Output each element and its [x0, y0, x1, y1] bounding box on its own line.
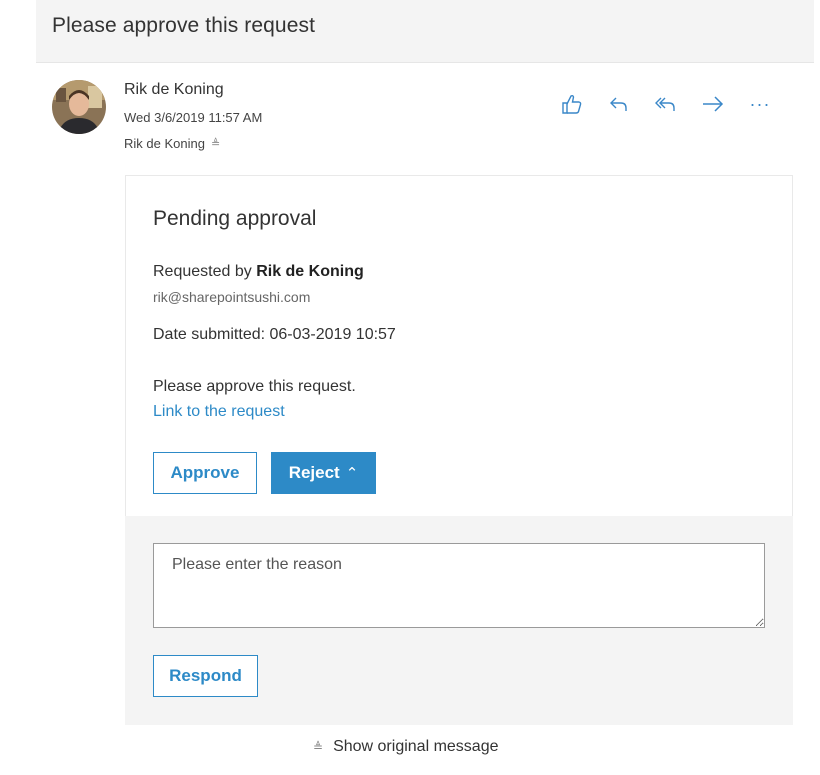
message-actions: ··· — [560, 92, 772, 116]
message-date: Wed 3/6/2019 11:57 AM — [124, 110, 263, 125]
recipient-name: Rik de Koning — [124, 136, 205, 151]
reject-label: Reject — [288, 463, 340, 482]
more-icon[interactable]: ··· — [748, 92, 772, 116]
show-original-message[interactable]: ≜ Show original message — [313, 738, 498, 756]
forward-icon[interactable] — [701, 92, 725, 116]
approval-title: Pending approval — [153, 207, 317, 230]
request-body: Please approve this request. — [153, 378, 356, 395]
approve-button[interactable]: Approve — [153, 452, 257, 494]
reply-all-icon[interactable] — [654, 92, 678, 116]
requested-by-label: Requested by — [153, 263, 257, 280]
requester-email: rik@sharepointsushi.com — [153, 289, 311, 305]
chevron-up-icon: ⌃ — [345, 465, 359, 482]
reject-button[interactable]: Reject ⌃ — [271, 452, 376, 494]
show-original-label: Show original message — [333, 738, 499, 755]
requester-name: Rik de Koning — [256, 263, 364, 280]
recipient-line[interactable]: Rik de Koning ≜ — [124, 136, 220, 151]
chevron-down-icon: ≜ — [313, 740, 324, 754]
respond-button[interactable]: Respond — [153, 655, 258, 697]
requested-by: Requested by Rik de Koning — [153, 263, 364, 281]
request-link[interactable]: Link to the request — [153, 403, 285, 421]
thumbs-up-icon[interactable] — [560, 92, 584, 116]
date-submitted: Date submitted: 06-03-2019 10:57 — [153, 326, 396, 343]
message-subject: Please approve this request — [52, 14, 316, 37]
chevron-down-icon[interactable]: ≜ — [211, 137, 220, 150]
reason-input[interactable] — [153, 543, 765, 628]
sender-name[interactable]: Rik de Koning — [124, 81, 224, 99]
avatar[interactable] — [52, 80, 106, 134]
reply-icon[interactable] — [607, 92, 631, 116]
